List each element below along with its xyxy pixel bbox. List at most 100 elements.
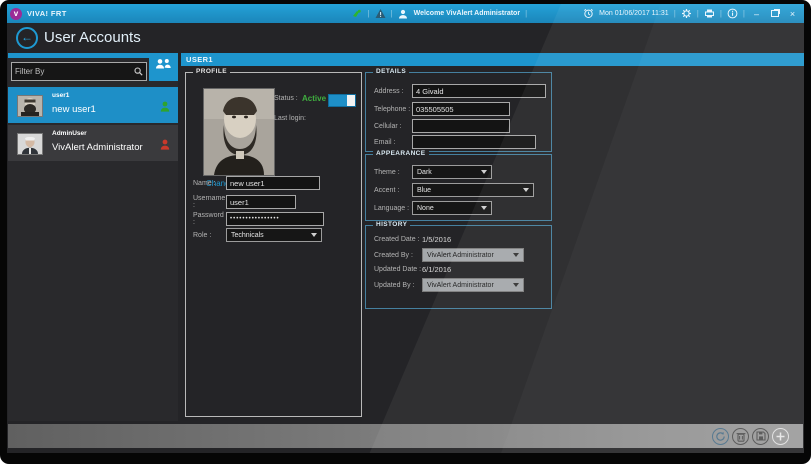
telephone-input[interactable]	[412, 102, 510, 116]
email-input[interactable]	[412, 135, 536, 149]
accent-dropdown[interactable]: Blue	[412, 183, 534, 197]
history-section: HISTORY Created Date : 1/5/2016 Created …	[365, 221, 552, 309]
profile-section: PROFILE Change Status : Active Last logi…	[185, 68, 362, 417]
users-group-icon	[155, 58, 172, 76]
address-input[interactable]	[412, 84, 546, 98]
action-toolbar	[8, 424, 803, 448]
user-list-item-user1[interactable]: user1 new user1	[8, 87, 178, 123]
theme-label: Theme :	[374, 168, 400, 176]
status-toggle[interactable]	[328, 94, 356, 107]
chevron-down-icon	[513, 283, 519, 287]
connection-status-icon[interactable]	[351, 8, 362, 19]
manage-users-button[interactable]	[149, 53, 178, 81]
print-icon[interactable]	[704, 8, 715, 19]
monitor-frame: v VIVA! FRT | | Welcome VivAlert Adminis…	[0, 0, 811, 464]
trash-icon	[736, 432, 745, 442]
filter-input[interactable]	[12, 67, 134, 76]
user-icon	[398, 8, 409, 19]
info-icon[interactable]	[727, 8, 738, 19]
updated-date-label: Updated Date :	[374, 266, 422, 273]
address-label: Address :	[374, 87, 404, 95]
created-by-label: Created By :	[374, 251, 413, 259]
datetime-text: Mon 01/06/2017 11:31	[599, 10, 669, 17]
status-value: Active	[302, 94, 327, 103]
close-button[interactable]: ×	[786, 8, 799, 20]
chevron-down-icon	[481, 206, 487, 210]
user-list-item-adminuser[interactable]: AdminUser VivAlert Administrator	[8, 125, 178, 161]
chevron-down-icon	[523, 188, 529, 192]
delete-button[interactable]	[732, 427, 749, 445]
clock-icon	[583, 8, 594, 19]
password-label: Password :	[193, 212, 224, 226]
role-dropdown[interactable]: Technicals	[226, 228, 322, 242]
language-dropdown[interactable]: None	[412, 201, 492, 215]
titlebar-separator: |	[673, 9, 676, 18]
created-date-label: Created Date :	[374, 236, 420, 243]
language-label: Language :	[374, 204, 410, 212]
updated-by-label: Updated By :	[374, 281, 415, 289]
user-list-sidebar: user1 new user1 AdminUser VivAlert Admin…	[8, 53, 178, 421]
app-title: VIVA! FRT	[27, 9, 67, 18]
restore-button[interactable]	[768, 8, 781, 20]
updated-date-value: 6/1/2016	[422, 265, 452, 274]
accent-value: Blue	[417, 186, 432, 194]
avatar	[17, 95, 43, 117]
window-titlebar: v VIVA! FRT | | Welcome VivAlert Adminis…	[7, 4, 804, 23]
restore-icon	[770, 10, 779, 17]
profile-photo	[203, 88, 275, 176]
chevron-down-icon	[513, 253, 519, 257]
created-date-value: 1/5/2016	[422, 235, 452, 244]
role-value: Technicals	[231, 231, 264, 239]
avatar	[17, 133, 43, 155]
username-input[interactable]	[226, 195, 296, 209]
status-label: Status :	[274, 95, 298, 102]
selected-user-header: USER1	[181, 53, 804, 66]
save-button[interactable]	[752, 427, 769, 445]
telephone-label: Telephone :	[374, 105, 411, 113]
app-logo-icon: v	[10, 7, 22, 20]
plus-icon	[776, 432, 785, 440]
titlebar-separator: |	[719, 9, 722, 18]
page-title: User Accounts	[44, 29, 141, 46]
password-input[interactable]	[226, 212, 324, 226]
titlebar-separator: |	[525, 9, 528, 18]
titlebar-separator: |	[696, 9, 699, 18]
updated-by-value: VivAlert Administrator	[427, 281, 494, 289]
alerts-warning-icon[interactable]	[375, 8, 386, 19]
role-label: Role :	[193, 231, 212, 239]
add-user-button[interactable]	[772, 427, 789, 445]
theme-dropdown[interactable]: Dark	[412, 165, 492, 179]
refresh-button[interactable]	[712, 427, 729, 445]
email-label: Email :	[374, 138, 396, 146]
appearance-section-title: APPEARANCE	[373, 150, 429, 157]
filter-input-wrap	[11, 62, 147, 81]
settings-gear-icon[interactable]	[681, 8, 692, 19]
history-section-title: HISTORY	[373, 221, 411, 228]
user-status-online-icon	[160, 99, 170, 117]
minimize-button[interactable]: –	[750, 8, 763, 20]
refresh-icon	[716, 431, 725, 441]
created-by-value: VivAlert Administrator	[427, 251, 494, 259]
welcome-text: Welcome VivAlert Administrator	[413, 10, 521, 17]
user-item-display-name: VivAlert Administrator	[52, 142, 143, 153]
titlebar-separator: |	[742, 9, 745, 18]
username-label: Username :	[193, 195, 226, 209]
user-status-offline-icon	[160, 137, 170, 155]
details-section-title: DETAILS	[373, 68, 410, 75]
search-icon	[134, 67, 146, 76]
accent-label: Accent :	[374, 186, 400, 194]
theme-value: Dark	[417, 168, 432, 176]
titlebar-separator: |	[390, 9, 393, 18]
user-item-username: AdminUser	[52, 130, 87, 137]
titlebar-separator: |	[367, 9, 370, 18]
toggle-knob	[347, 95, 355, 106]
chevron-down-icon	[481, 170, 487, 174]
name-input[interactable]	[226, 176, 320, 190]
updated-by-dropdown[interactable]: VivAlert Administrator	[422, 278, 524, 292]
save-icon	[755, 431, 766, 441]
cellular-input[interactable]	[412, 119, 510, 133]
appearance-section: APPEARANCE Theme : Dark Accent : Blue La…	[365, 150, 552, 221]
created-by-dropdown[interactable]: VivAlert Administrator	[422, 248, 524, 262]
user-item-username: user1	[52, 92, 70, 99]
back-button[interactable]: ←	[16, 27, 38, 49]
